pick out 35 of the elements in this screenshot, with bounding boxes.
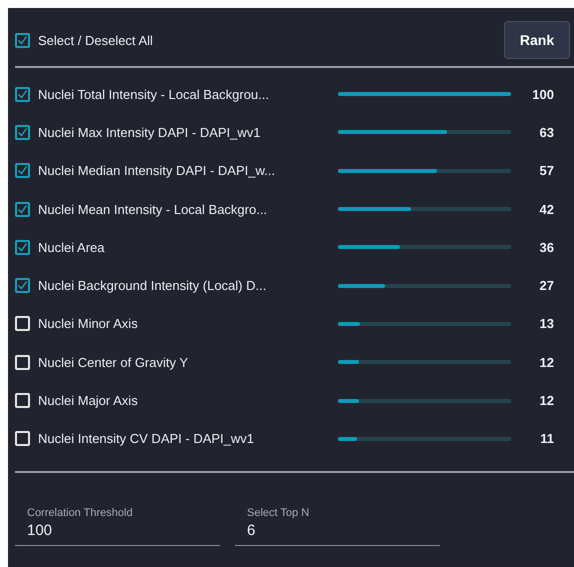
score-value: 42 xyxy=(538,202,554,217)
feature-name: Nuclei Mean Intensity - Local Backgro... xyxy=(38,202,268,217)
checkbox[interactable] xyxy=(15,202,30,217)
score-value: 27 xyxy=(538,278,554,294)
field-value: 6 xyxy=(247,522,256,539)
checkbox[interactable] xyxy=(15,278,30,294)
select-all-label: Select / Deselect All xyxy=(38,32,153,48)
feature-name: Nuclei Major Axis xyxy=(38,393,138,408)
score-value: 57 xyxy=(538,163,554,178)
feature-name: Nuclei Median Intensity DAPI - DAPI_w... xyxy=(38,163,275,178)
score-value: 12 xyxy=(538,393,554,408)
feature-name: Nuclei Area xyxy=(38,240,104,255)
field-value: 100 xyxy=(27,522,52,539)
feature-name: Nuclei Minor Axis xyxy=(38,316,138,332)
feature-name: Nuclei Total Intensity - Local Backgrou... xyxy=(38,86,269,102)
score-value: 11 xyxy=(539,431,554,446)
score-value: 36 xyxy=(538,240,554,255)
checkbox[interactable] xyxy=(15,163,30,178)
score-value: 63 xyxy=(538,124,554,140)
checkbox[interactable] xyxy=(15,240,30,255)
checkbox[interactable] xyxy=(15,124,30,140)
score-value: 12 xyxy=(538,354,554,370)
score-value: 13 xyxy=(538,316,554,332)
number-field[interactable]: Correlation Threshold 100 xyxy=(15,506,220,546)
score-value: 100 xyxy=(531,86,554,102)
rank-button[interactable]: Rank xyxy=(504,21,570,59)
feature-name: Nuclei Intensity CV DAPI - DAPI_wv1 xyxy=(38,431,254,446)
number-field[interactable]: Select Top N 6 xyxy=(235,506,440,546)
feature-name: Nuclei Max Intensity DAPI - DAPI_wv1 xyxy=(38,124,261,140)
checkbox[interactable] xyxy=(15,86,30,102)
field-label: Correlation Threshold xyxy=(27,506,133,519)
checkbox[interactable] xyxy=(15,32,30,48)
field-label: Select Top N xyxy=(247,506,310,519)
feature-name: Nuclei Center of Gravity Y xyxy=(38,354,188,370)
feature-name: Nuclei Background Intensity (Local) D... xyxy=(38,278,266,294)
